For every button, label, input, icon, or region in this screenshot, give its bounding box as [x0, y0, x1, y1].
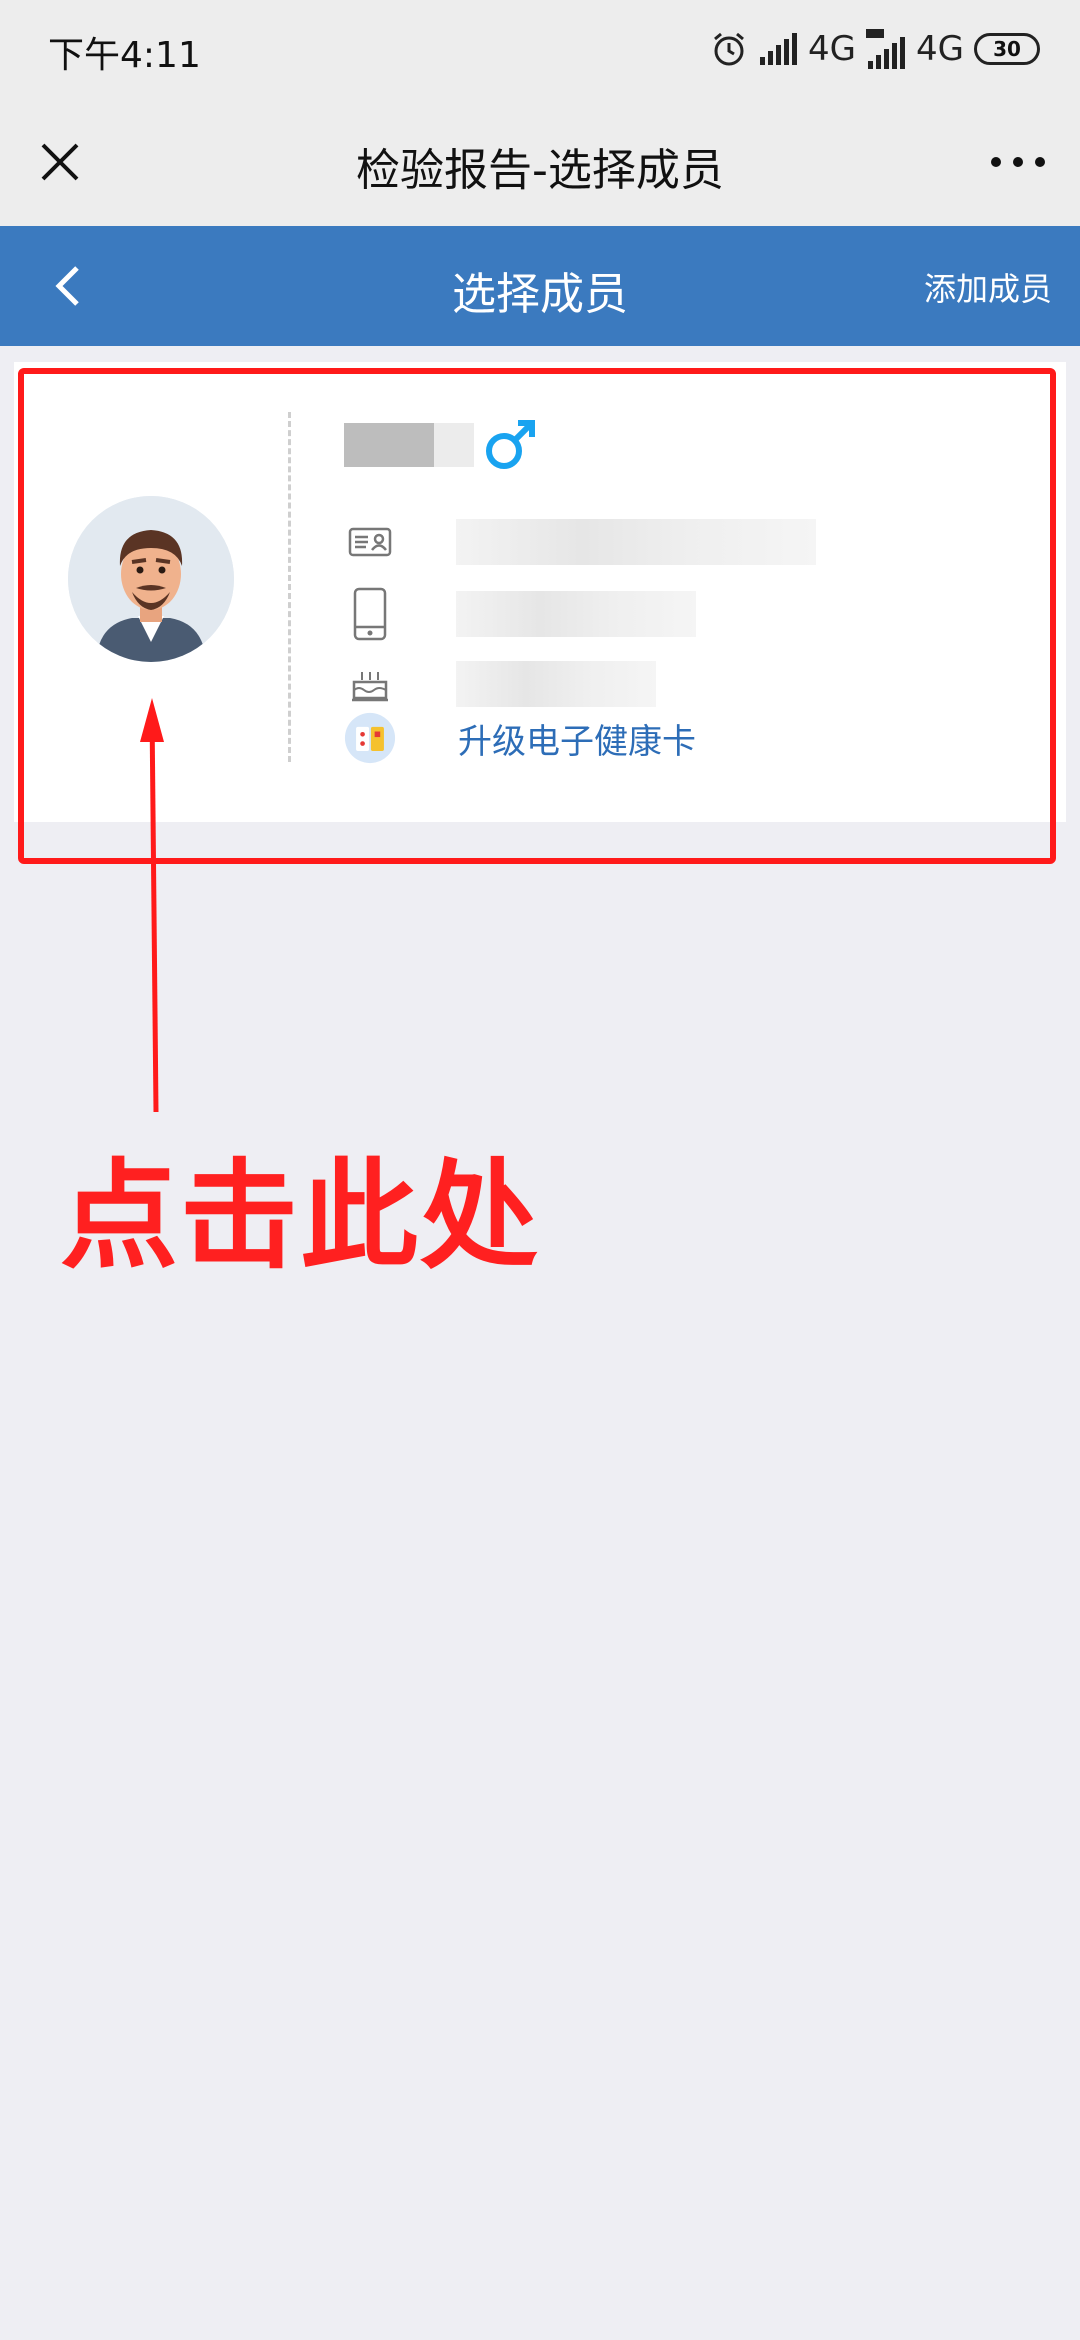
signal-icon-2-hd: [866, 29, 906, 69]
app-header: 选择成员 添加成员: [0, 226, 1080, 346]
annotation-label: 点击此处: [60, 1147, 541, 1285]
status-icons: 4G 4G 30: [710, 26, 1040, 72]
more-button[interactable]: [978, 130, 1058, 194]
status-time: 下午4:11: [48, 35, 201, 76]
page-title: 检验报告-选择成员: [356, 145, 724, 196]
title-bar: 检验报告-选择成员: [0, 100, 1080, 226]
header-title: 选择成员: [452, 269, 628, 320]
network-type-2: 4G: [916, 29, 964, 69]
highlight-box: [18, 368, 1056, 864]
battery-indicator: 30: [974, 33, 1040, 65]
more-dots-icon: [991, 157, 1045, 167]
status-bar: 下午4:11 4G 4G 30: [0, 0, 1080, 100]
screen: 下午4:11 4G 4G 30 检验报告-选择成员 选择成员 添加成员 升级电子…: [0, 0, 1080, 2340]
network-type-1: 4G: [808, 29, 857, 69]
signal-icon-1: [760, 33, 798, 65]
add-member-button[interactable]: 添加成员: [924, 264, 1052, 310]
alarm-icon: [714, 32, 744, 66]
